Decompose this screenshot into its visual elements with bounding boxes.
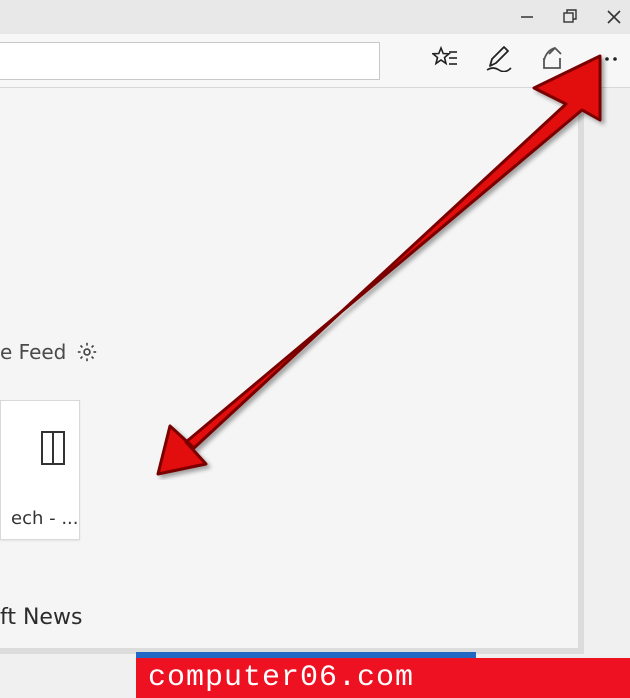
window-titlebar (0, 0, 630, 34)
feed-header: e Feed (0, 340, 98, 364)
window-close-button[interactable] (606, 9, 622, 25)
address-bar[interactable] (0, 42, 380, 80)
page-content: e Feed e (0, 88, 584, 654)
share-icon (540, 46, 566, 72)
close-icon (606, 9, 622, 25)
watermark: computer06.com (136, 652, 630, 698)
window-minimize-button[interactable] (520, 10, 534, 24)
gear-icon (76, 341, 98, 363)
feed-label: e Feed (0, 340, 66, 364)
tile-label: ech - ... (11, 508, 69, 529)
pen-icon (486, 46, 512, 72)
news-section-heading: ft News (0, 605, 82, 630)
share-button[interactable] (540, 46, 566, 75)
web-notes-button[interactable] (486, 46, 512, 75)
page-icon (41, 431, 69, 465)
window-maximize-button[interactable] (562, 9, 578, 25)
favorites-button[interactable] (432, 46, 458, 75)
more-icon (594, 46, 620, 72)
browser-toolbar (0, 34, 630, 88)
top-site-tile[interactable]: ech - ... (0, 400, 80, 540)
favorites-icon (432, 46, 458, 72)
maximize-icon (562, 9, 578, 25)
feed-settings-button[interactable] (76, 341, 98, 363)
more-button[interactable] (594, 46, 620, 75)
minimize-icon (520, 10, 534, 24)
watermark-text: computer06.com (136, 658, 630, 698)
